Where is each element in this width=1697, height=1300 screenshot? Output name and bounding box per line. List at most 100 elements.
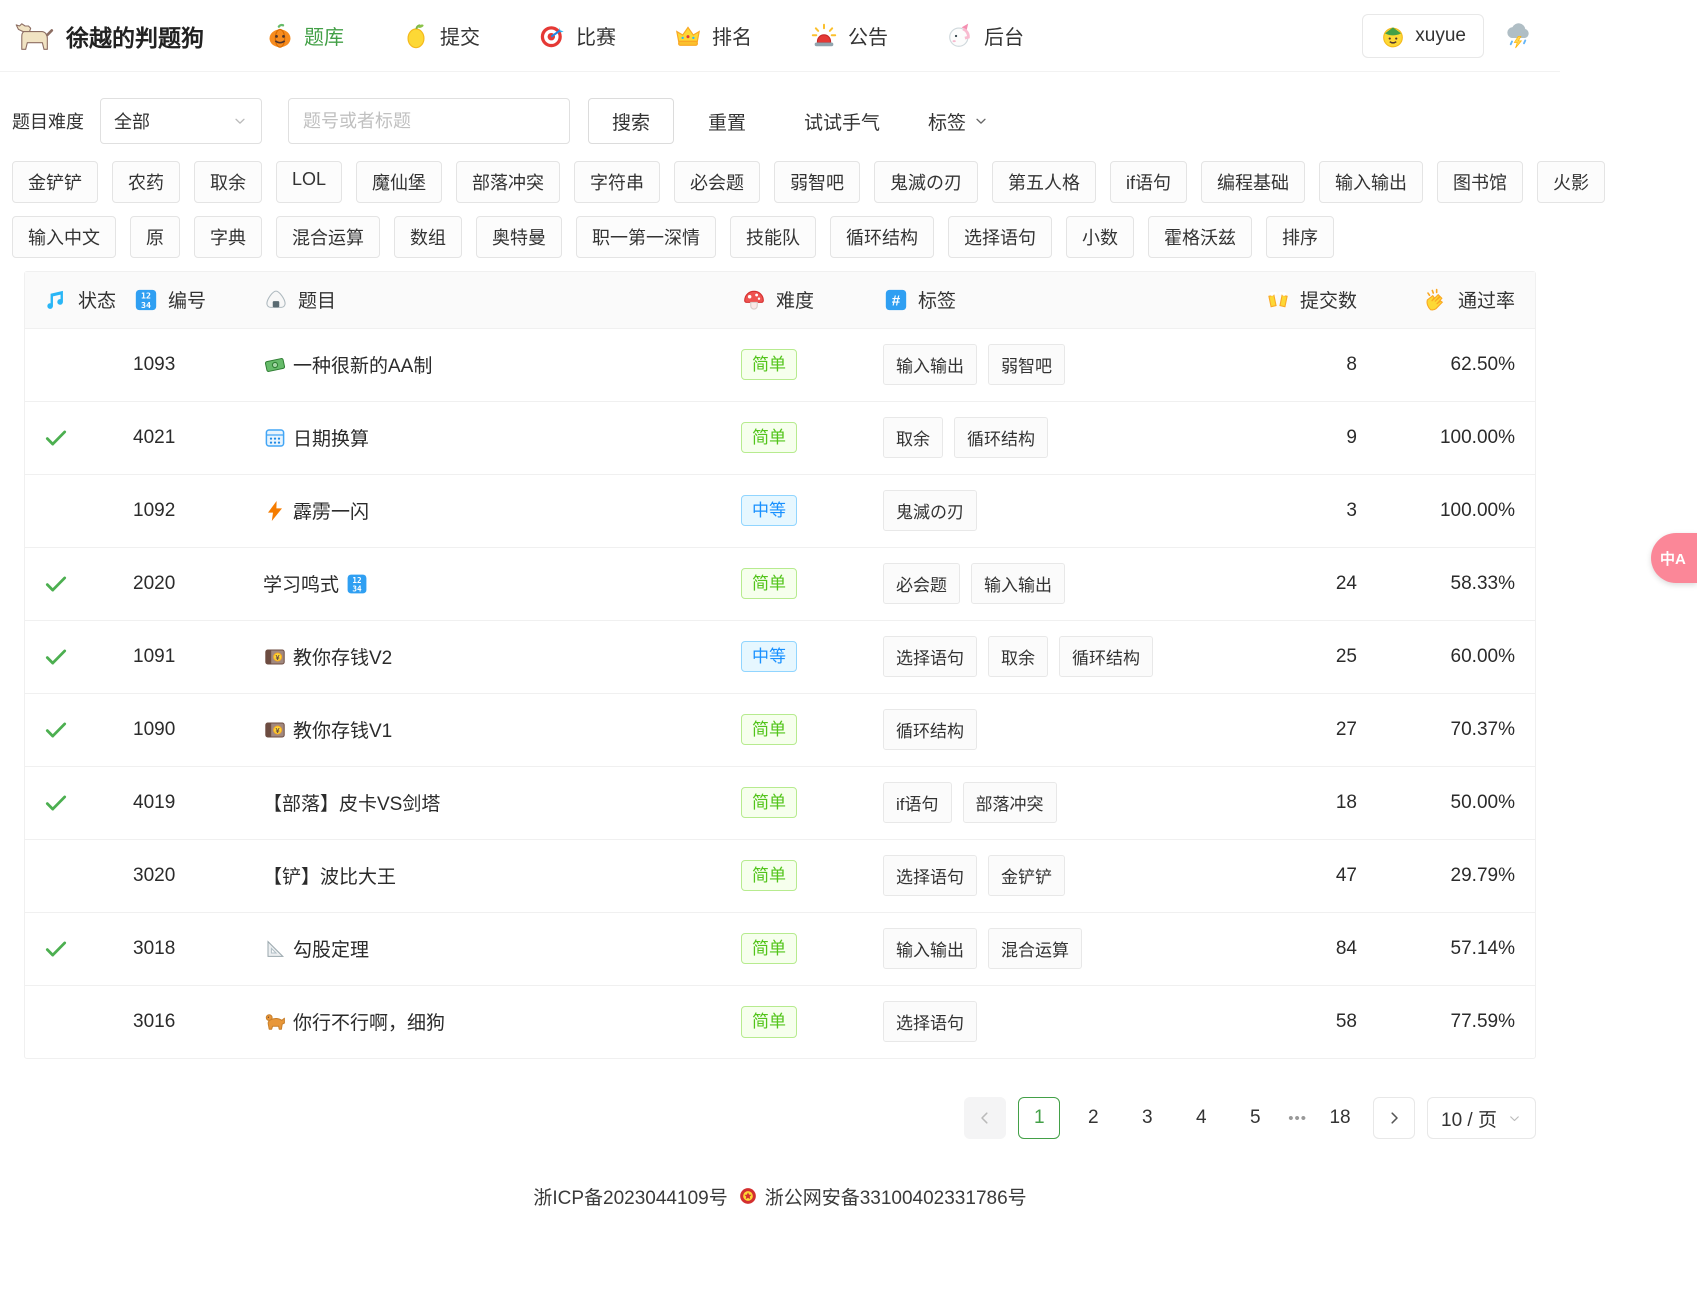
tag-chip[interactable]: 农药 [112,161,180,203]
pagination-page-18[interactable]: 18 [1319,1097,1361,1139]
pumpkin-icon [266,22,294,50]
floating-widget-button[interactable]: 中A [1651,533,1697,583]
problem-id: 2020 [133,547,263,620]
problem-link[interactable]: 霹雳一闪 [263,497,741,524]
tag-chip[interactable]: 字典 [194,216,262,258]
row-tag-chip[interactable]: 输入输出 [883,344,977,385]
ledger-yen-icon: ¥ [263,718,287,742]
tag-chip[interactable]: 图书馆 [1437,161,1523,203]
nav-item-公告[interactable]: 公告 [810,21,888,50]
row-tag-chip[interactable]: 部落冲突 [963,782,1057,823]
nav-item-label: 后台 [984,21,1024,50]
row-tag-chip[interactable]: 选择语句 [883,855,977,896]
tag-chip[interactable]: 弱智吧 [774,161,860,203]
tag-chip[interactable]: 部落冲突 [456,161,560,203]
tag-chip[interactable]: 魔仙堡 [356,161,442,203]
problem-link[interactable]: 你行不行啊，细狗 [263,1008,741,1035]
row-tag-chip[interactable]: 输入输出 [971,563,1065,604]
tag-chip[interactable]: 火影 [1537,161,1605,203]
row-tag-chip[interactable]: 循环结构 [954,417,1048,458]
pass-rate-cell: 29.79% [1367,839,1535,912]
pagination-prev-button[interactable] [964,1097,1006,1139]
pagination-ellipsis[interactable]: ••• [1288,1110,1307,1127]
tag-chip[interactable]: 取余 [194,161,262,203]
nav-item-比赛[interactable]: 比赛 [538,21,616,50]
pagination-page-2[interactable]: 2 [1072,1097,1114,1139]
nav-item-label: 公告 [848,21,888,50]
problem-link[interactable]: 日期换算 [263,424,741,451]
row-tag-chip[interactable]: 循环结构 [883,709,977,750]
tag-chip[interactable]: 原 [130,216,180,258]
tag-chip[interactable]: 小数 [1066,216,1134,258]
problem-link[interactable]: 学习鸣式1234 [263,570,741,597]
tag-chip[interactable]: 金铲铲 [12,161,98,203]
row-tag-chip[interactable]: 金铲铲 [988,855,1065,896]
check-icon [43,644,69,670]
problem-link[interactable]: ¥教你存钱V2 [263,643,741,670]
mushroom-icon [741,287,767,313]
difficulty-select[interactable]: 全部 [100,98,262,144]
tags-toggle-button[interactable]: 标签 [918,98,999,144]
tag-chip[interactable]: 字符串 [574,161,660,203]
tag-chip[interactable]: 奥特曼 [476,216,562,258]
column-header-编号: 1234编号 [133,272,263,328]
tag-chip[interactable]: 循环结构 [830,216,934,258]
row-tag-chip[interactable]: 循环结构 [1059,636,1153,677]
tag-chip[interactable]: LOL [276,161,342,203]
row-tag-chip[interactable]: 必会题 [883,563,960,604]
weather-widget[interactable] [1504,21,1534,51]
search-input[interactable] [288,98,570,144]
pagination-page-4[interactable]: 4 [1180,1097,1222,1139]
tag-chip[interactable]: 数组 [394,216,462,258]
nav-item-后台[interactable]: 后台 [946,21,1024,50]
row-tag-chip[interactable]: 选择语句 [883,636,977,677]
reset-button[interactable]: 重置 [684,98,770,144]
user-menu-button[interactable]: xuyue [1362,14,1484,58]
tag-chip[interactable]: 输入输出 [1319,161,1423,203]
problem-link[interactable]: 一种很新的AA制 [263,351,741,378]
column-label: 提交数 [1300,286,1357,313]
problem-title: 【部落】皮卡VS剑塔 [263,789,440,816]
status-cell [25,328,133,401]
row-tag-chip[interactable]: 取余 [988,636,1048,677]
lucky-button[interactable]: 试试手气 [780,98,904,144]
status-cell [25,547,133,620]
tag-chip[interactable]: 选择语句 [948,216,1052,258]
page-size-select[interactable]: 10 / 页 [1427,1097,1536,1139]
tag-chip[interactable]: 排序 [1266,216,1334,258]
tag-chip[interactable]: 霍格沃兹 [1148,216,1252,258]
pagination-page-5[interactable]: 5 [1234,1097,1276,1139]
tag-chip[interactable]: 输入中文 [12,216,116,258]
tag-chip[interactable]: if语句 [1110,161,1187,203]
search-button[interactable]: 搜索 [588,98,674,144]
row-tag-chip[interactable]: 混合运算 [988,928,1082,969]
tag-chip[interactable]: 编程基础 [1201,161,1305,203]
row-tag-chip[interactable]: 输入输出 [883,928,977,969]
tags-cell: 输入输出混合运算 [883,912,1239,985]
nav-item-提交[interactable]: 提交 [402,21,480,50]
nav-item-排名[interactable]: 排名 [674,21,752,50]
pagination-page-1[interactable]: 1 [1018,1097,1060,1139]
pagination-page-3[interactable]: 3 [1126,1097,1168,1139]
tag-chip[interactable]: 第五人格 [992,161,1096,203]
problem-link[interactable]: 【部落】皮卡VS剑塔 [263,789,741,816]
problem-link[interactable]: ¥教你存钱V1 [263,716,741,743]
nav-item-题库[interactable]: 题库 [266,21,344,50]
row-tag-chip[interactable]: 取余 [883,417,943,458]
psb-record[interactable]: 浙公网安备33100402331786号 [738,1183,1027,1210]
row-tag-chip[interactable]: if语句 [883,782,952,823]
tag-chip[interactable]: 混合运算 [276,216,380,258]
problem-link[interactable]: 勾股定理 [263,935,741,962]
icp-record[interactable]: 浙ICP备2023044109号 [533,1183,727,1210]
problem-link[interactable]: 【铲】波比大王 [263,862,741,889]
difficulty-badge: 简单 [741,568,797,600]
tag-chip[interactable]: 技能队 [730,216,816,258]
brand[interactable]: 徐越的判题狗 [14,16,204,56]
tag-chip[interactable]: 鬼滅の刃 [874,161,978,203]
tag-chip[interactable]: 必会题 [674,161,760,203]
pagination-next-button[interactable] [1373,1097,1415,1139]
row-tag-chip[interactable]: 弱智吧 [988,344,1065,385]
tag-chip[interactable]: 职一第一深情 [576,216,716,258]
row-tag-chip[interactable]: 鬼滅の刃 [883,490,977,531]
row-tag-chip[interactable]: 选择语句 [883,1001,977,1042]
